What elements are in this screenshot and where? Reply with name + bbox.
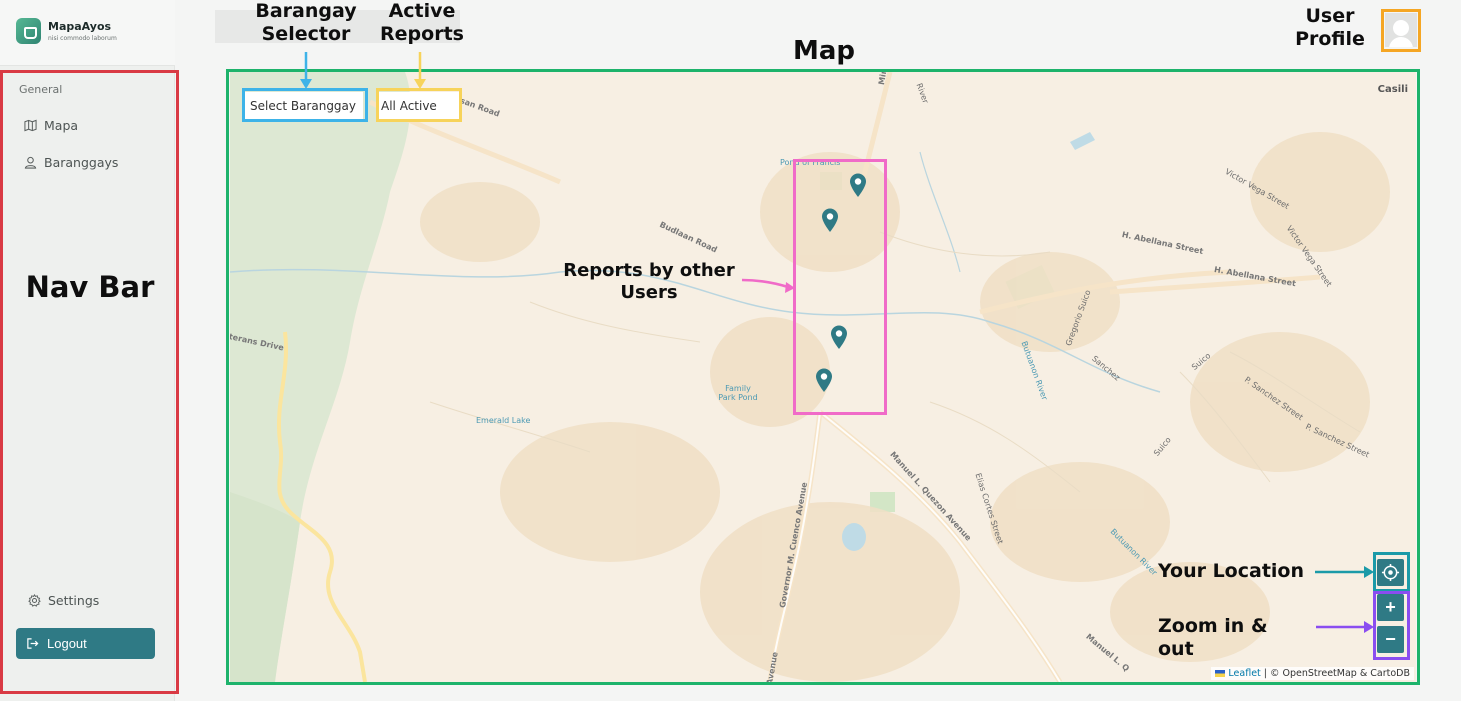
annotation-box-zoom [1373, 591, 1410, 660]
annotation-box-location [1373, 552, 1410, 592]
annotation-map: Map [792, 36, 856, 66]
annotation-reports-other-users: Reports by other Users [563, 260, 735, 303]
brand-tagline: nisi commodo laborum [48, 35, 117, 42]
annotation-user-profile: User Profile [1295, 5, 1365, 51]
annotation-active-reports: Active Reports [380, 0, 464, 46]
annotation-box-active [376, 88, 462, 122]
logo-icon [16, 18, 41, 44]
annotation-box-reports [793, 159, 887, 415]
annotation-box-barangay [242, 88, 368, 122]
annotation-box-profile [1381, 9, 1421, 52]
annotation-your-location: Your Location [1158, 560, 1304, 582]
annotation-barangay-selector: Barangay Selector [255, 0, 357, 46]
annotation-zoom: Zoom in & out [1158, 615, 1268, 661]
brand-name: MapaAyos [48, 20, 112, 33]
annotation-nav-bar: Nav Bar [25, 270, 155, 304]
app-page: MapaAyos nisi commodo laborum General Ma… [0, 0, 1461, 701]
brand-header[interactable]: MapaAyos nisi commodo laborum [0, 0, 175, 66]
annotation-box-nav [0, 70, 179, 694]
